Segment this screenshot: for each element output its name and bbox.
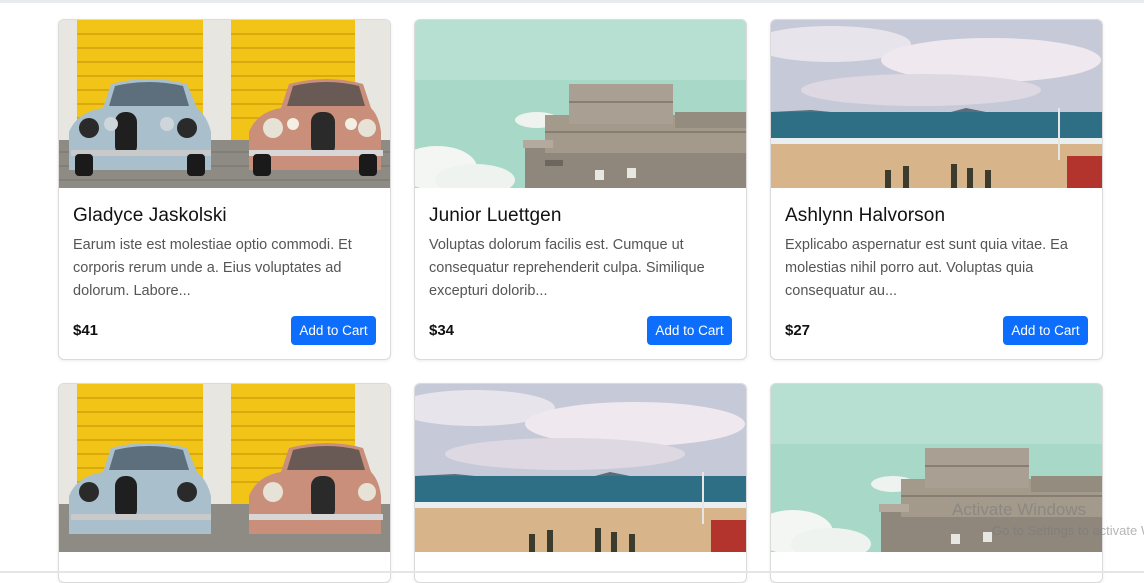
concrete-building-image	[415, 20, 746, 188]
add-to-cart-button[interactable]: Add to Cart	[647, 316, 732, 345]
concrete-building-image	[771, 384, 1102, 552]
product-price: $27	[785, 322, 811, 339]
product-description: Earum iste est molestiae optio commodi. …	[73, 237, 352, 299]
product-title: Ashlynn Halvorson	[785, 205, 946, 226]
product-image-beach[interactable]	[415, 384, 746, 552]
product-title: Junior Luettgen	[429, 205, 562, 226]
add-to-cart-button[interactable]: Add to Cart	[1003, 316, 1088, 345]
beach-image	[415, 384, 746, 552]
product-card	[58, 383, 391, 583]
product-price: $41	[73, 322, 99, 339]
product-image-cars[interactable]	[59, 20, 390, 188]
product-card	[414, 383, 747, 583]
product-image-building[interactable]	[415, 20, 746, 188]
product-grid: Gladyce Jaskolski Earum iste est molesti…	[0, 0, 1144, 583]
product-image-building[interactable]	[771, 384, 1102, 552]
product-card: Junior Luettgen Voluptas dolorum facilis…	[414, 19, 747, 360]
product-card: Gladyce Jaskolski Earum iste est molesti…	[58, 19, 391, 360]
vintage-cars-image	[59, 384, 390, 552]
product-description: Explicabo aspernatur est sunt quia vitae…	[785, 237, 1068, 299]
product-image-cars[interactable]	[59, 384, 390, 552]
product-card: Ashlynn Halvorson Explicabo aspernatur e…	[770, 19, 1103, 360]
product-price: $34	[429, 322, 455, 339]
product-title: Gladyce Jaskolski	[73, 205, 227, 226]
product-description: Voluptas dolorum facilis est. Cumque ut …	[429, 237, 705, 299]
product-card	[770, 383, 1103, 583]
product-image-beach[interactable]	[771, 20, 1102, 188]
vintage-cars-image	[59, 20, 390, 188]
beach-image	[771, 20, 1102, 188]
add-to-cart-button[interactable]: Add to Cart	[291, 316, 376, 345]
